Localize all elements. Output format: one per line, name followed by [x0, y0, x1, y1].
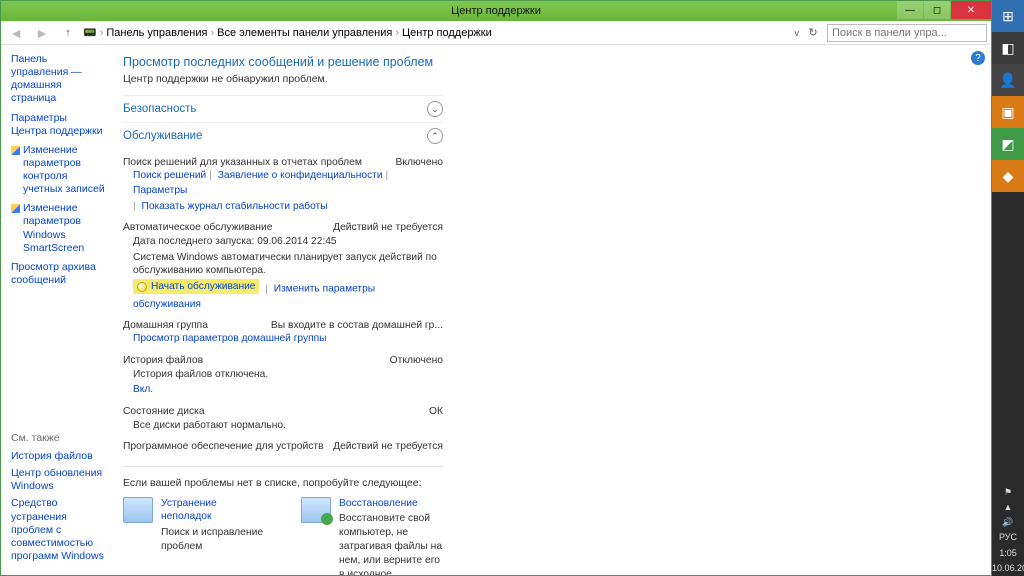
sidebar-home-link[interactable]: Панель управления — домашняя страница	[11, 53, 105, 106]
link-troubleshoot[interactable]: Устранение неполадок	[161, 497, 265, 525]
drive-status-value: ОК	[429, 406, 443, 417]
breadcrumb-dropdown-icon[interactable]: v	[795, 28, 800, 38]
auto-maint-label: Автоматическое обслуживание	[123, 222, 333, 233]
arrow-up-icon: ↑	[65, 27, 71, 39]
sidebar: Панель управления — домашняя страница Па…	[1, 45, 111, 575]
try-other-text: Если вашей проблемы нет в списке, попроб…	[123, 477, 443, 489]
crumb-all-items[interactable]: Все элементы панели управления	[217, 27, 392, 39]
navbar: ◄ ► ↑ 📟› Панель управления› Все элементы…	[1, 21, 991, 45]
homegroup-label: Домашняя группа	[123, 320, 271, 331]
shield-icon	[137, 282, 147, 292]
titlebar: Центр поддержки — ◻ ✕	[1, 1, 991, 21]
main-content: ? Просмотр последних сообщений и решение…	[111, 45, 991, 575]
section-maintenance-label: Обслуживание	[123, 130, 202, 142]
window-controls: — ◻ ✕	[896, 1, 991, 21]
arrow-right-icon: ►	[35, 25, 49, 41]
auto-maint-status: Действий не требуется	[333, 222, 443, 233]
charm-tile-4[interactable]: ▣	[992, 96, 1024, 128]
see-also-file-history[interactable]: История файлов	[11, 450, 111, 463]
card-troubleshoot[interactable]: Устранение неполадокПоиск и исправление …	[123, 497, 265, 575]
sidebar-uac-settings[interactable]: Изменение параметров контроля учетных за…	[11, 144, 105, 197]
sidebar-ac-settings[interactable]: Параметры Центра поддержки	[11, 112, 105, 138]
tray-flag-icon[interactable]: ⚑	[992, 485, 1024, 500]
tray-volume-icon[interactable]: 🔊	[992, 515, 1024, 530]
window-title: Центр поддержки	[451, 5, 541, 17]
sidebar-message-archive[interactable]: Просмотр архива сообщений	[11, 261, 105, 287]
link-reliability-log[interactable]: Показать журнал стабильности работы	[142, 201, 328, 212]
breadcrumb[interactable]: 📟› Панель управления› Все элементы панел…	[83, 26, 791, 39]
link-privacy[interactable]: Заявление о конфиденциальности	[218, 170, 383, 181]
sidebar-smartscreen-settings[interactable]: Изменение параметров Windows SmartScreen	[11, 202, 105, 255]
file-history-desc: История файлов отключена.	[133, 368, 443, 382]
drive-status-desc: Все диски работают нормально.	[133, 419, 443, 433]
minimize-button[interactable]: —	[897, 1, 923, 19]
card-recovery-text: Восстановите свой компьютер, не затрагив…	[339, 513, 442, 575]
charm-tile-5[interactable]: ◩	[992, 128, 1024, 160]
arrow-left-icon: ◄	[9, 25, 23, 41]
see-also-header: См. также	[11, 432, 111, 444]
crumb-control-panel[interactable]: Панель управления	[106, 27, 207, 39]
help-icon[interactable]: ?	[971, 51, 985, 65]
taskbar-right: ⊞ ◧ 👤 ▣ ◩ ◆ ⚑ ▲ 🔊 РУС 1:05 10.06.2014	[992, 0, 1024, 576]
card-recovery[interactable]: Восстановление Восстановите свой компьюте…	[301, 497, 443, 575]
link-file-history-on[interactable]: Вкл.	[133, 384, 153, 395]
file-history-status: Отключено	[390, 355, 443, 366]
page-title: Просмотр последних сообщений и решение п…	[123, 55, 973, 69]
drive-status-label: Состояние диска	[123, 406, 429, 417]
troubleshoot-icon	[123, 497, 153, 523]
tray-overflow-icon[interactable]: ▲	[992, 500, 1024, 515]
report-solutions-status: Включено	[396, 157, 444, 168]
divider	[123, 466, 443, 467]
auto-maint-lastrun: Дата последнего запуска: 09.06.2014 22:4…	[133, 235, 443, 249]
see-also-windows-update[interactable]: Центр обновления Windows	[11, 467, 111, 493]
charm-tile-3[interactable]: 👤	[992, 64, 1024, 96]
maintenance-body: Поиск решений для указанных в отчетах пр…	[123, 157, 443, 575]
charm-tile-1[interactable]: ⊞	[992, 0, 1024, 32]
crumb-action-center[interactable]: Центр поддержки	[402, 27, 492, 39]
link-homegroup-settings[interactable]: Просмотр параметров домашней группы	[133, 333, 326, 344]
chevron-down-icon: ⌄	[427, 101, 443, 117]
chevron-up-icon: ⌃	[427, 128, 443, 144]
auto-maint-desc: Система Windows автоматически планирует …	[133, 251, 443, 279]
page-subtitle: Центр поддержки не обнаружил проблем.	[123, 73, 973, 85]
forward-button[interactable]: ►	[31, 23, 53, 43]
refresh-button[interactable]: ↻	[803, 26, 823, 39]
back-button[interactable]: ◄	[5, 23, 27, 43]
tray-time[interactable]: 1:05	[992, 546, 1024, 561]
section-security-label: Безопасность	[123, 103, 196, 115]
close-button[interactable]: ✕	[951, 1, 991, 19]
link-search-solutions[interactable]: Поиск решений	[133, 170, 206, 181]
search-input[interactable]	[827, 24, 987, 42]
see-also-compat-troubleshooter[interactable]: Средство устранения проблем с совместимо…	[11, 497, 111, 563]
tray-language[interactable]: РУС	[992, 530, 1024, 545]
report-solutions-label: Поиск решений для указанных в отчетах пр…	[123, 157, 396, 168]
link-parameters[interactable]: Параметры	[133, 185, 187, 196]
control-panel-icon: 📟	[83, 26, 97, 39]
charm-tile-6[interactable]: ◆	[992, 160, 1024, 192]
tray-date[interactable]: 10.06.2014	[992, 561, 1024, 576]
device-software-status: Действий не требуется	[333, 441, 443, 452]
section-maintenance[interactable]: Обслуживание ⌃	[123, 122, 443, 149]
charm-tile-2[interactable]: ◧	[992, 32, 1024, 64]
recovery-icon	[301, 497, 331, 523]
file-history-label: История файлов	[123, 355, 390, 366]
up-button[interactable]: ↑	[57, 23, 79, 43]
section-security[interactable]: Безопасность ⌄	[123, 95, 443, 122]
link-start-maintenance[interactable]: Начать обслуживание	[151, 279, 255, 294]
action-center-window: Центр поддержки — ◻ ✕ ◄ ► ↑ 📟› Панель уп…	[0, 0, 992, 576]
card-troubleshoot-text: Поиск и исправление проблем	[161, 527, 263, 552]
device-software-label: Программное обеспечение для устройств	[123, 441, 333, 452]
start-maintenance-highlight: Начать обслуживание	[133, 279, 259, 294]
homegroup-status: Вы входите в состав домашней гр...	[271, 320, 443, 331]
link-recovery[interactable]: Восстановление	[339, 497, 443, 511]
maximize-button[interactable]: ◻	[924, 1, 950, 19]
sidebar-see-also: См. также История файлов Центр обновлени…	[11, 432, 111, 567]
